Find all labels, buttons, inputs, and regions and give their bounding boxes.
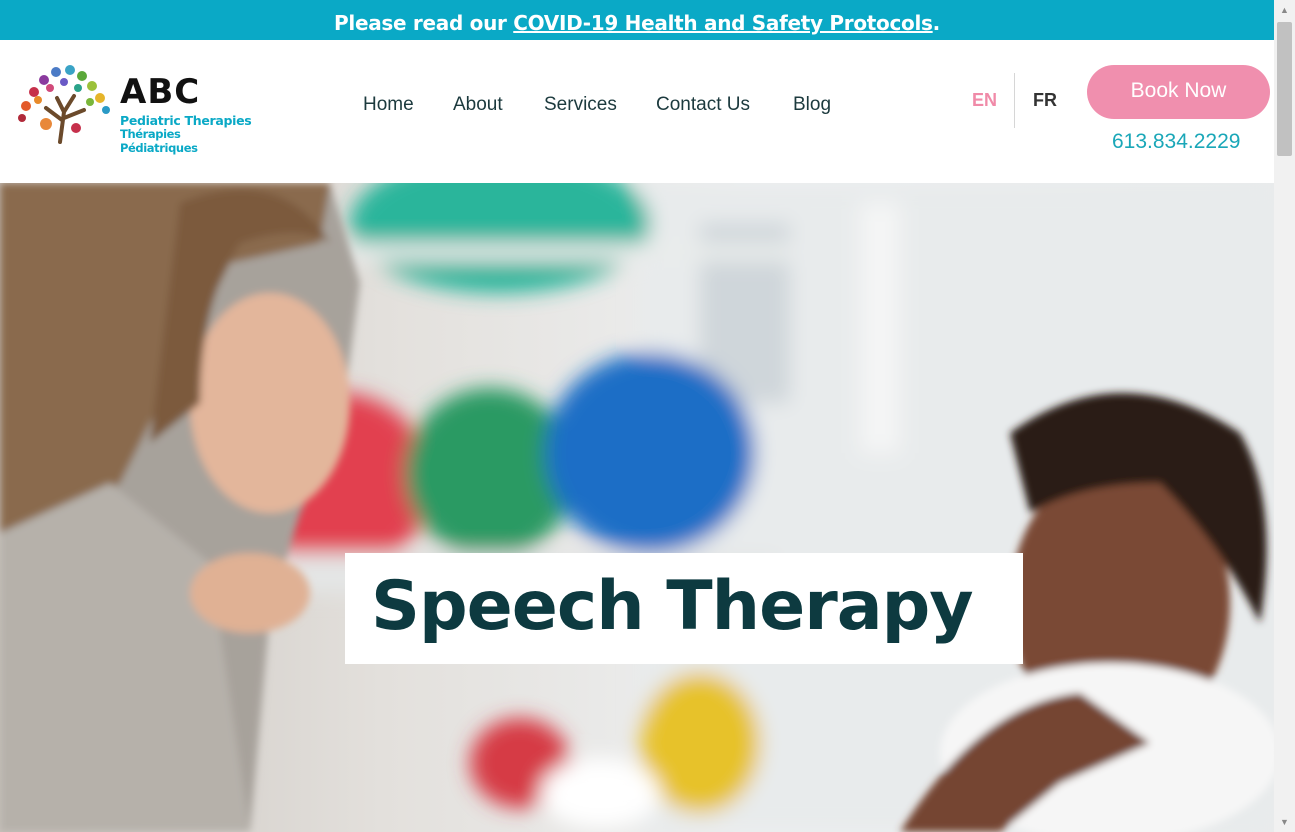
banner-prefix: Please read our <box>334 11 514 35</box>
hero-section: Speech Therapy <box>0 183 1274 832</box>
nav-item-about[interactable]: About <box>453 94 503 116</box>
banner-suffix: . <box>932 11 941 35</box>
book-now-button[interactable]: Book Now <box>1087 65 1270 119</box>
hero-photo-image <box>0 183 1274 832</box>
page-scrollbar[interactable]: ▲ ▼ <box>1274 0 1295 832</box>
site-logo[interactable]: ABC Pediatric Therapies Thérapies Pédiat… <box>10 62 260 155</box>
logo-subtitle-en: Pediatric Therapies <box>120 113 252 128</box>
nav-item-home[interactable]: Home <box>363 94 414 116</box>
scrollbar-thumb[interactable] <box>1277 22 1292 156</box>
language-divider <box>1014 73 1015 128</box>
phone-link[interactable]: 613.834.2229 <box>1112 130 1240 154</box>
scroll-down-arrow-icon[interactable]: ▼ <box>1274 814 1295 830</box>
tree-logo-icon <box>18 65 110 144</box>
nav-item-blog[interactable]: Blog <box>793 94 831 116</box>
covid-protocols-link[interactable]: COVID-19 Health and Safety Protocols <box>513 11 933 35</box>
logo-subtitle-fr: Thérapies Pédiatriques <box>120 127 198 155</box>
nav-item-services[interactable]: Services <box>544 94 617 116</box>
hero-title: Speech Therapy <box>371 567 974 646</box>
announcement-banner: Please read our COVID-19 Health and Safe… <box>0 0 1274 40</box>
scroll-up-arrow-icon[interactable]: ▲ <box>1274 2 1295 18</box>
language-en-link[interactable]: EN <box>972 90 997 111</box>
logo-title: ABC <box>120 72 201 112</box>
site-header: ABC Pediatric Therapies Thérapies Pédiat… <box>0 40 1274 183</box>
hero-title-box: Speech Therapy <box>345 553 1023 664</box>
language-fr-link[interactable]: FR <box>1033 90 1057 111</box>
nav-item-contact-us[interactable]: Contact Us <box>656 94 750 116</box>
